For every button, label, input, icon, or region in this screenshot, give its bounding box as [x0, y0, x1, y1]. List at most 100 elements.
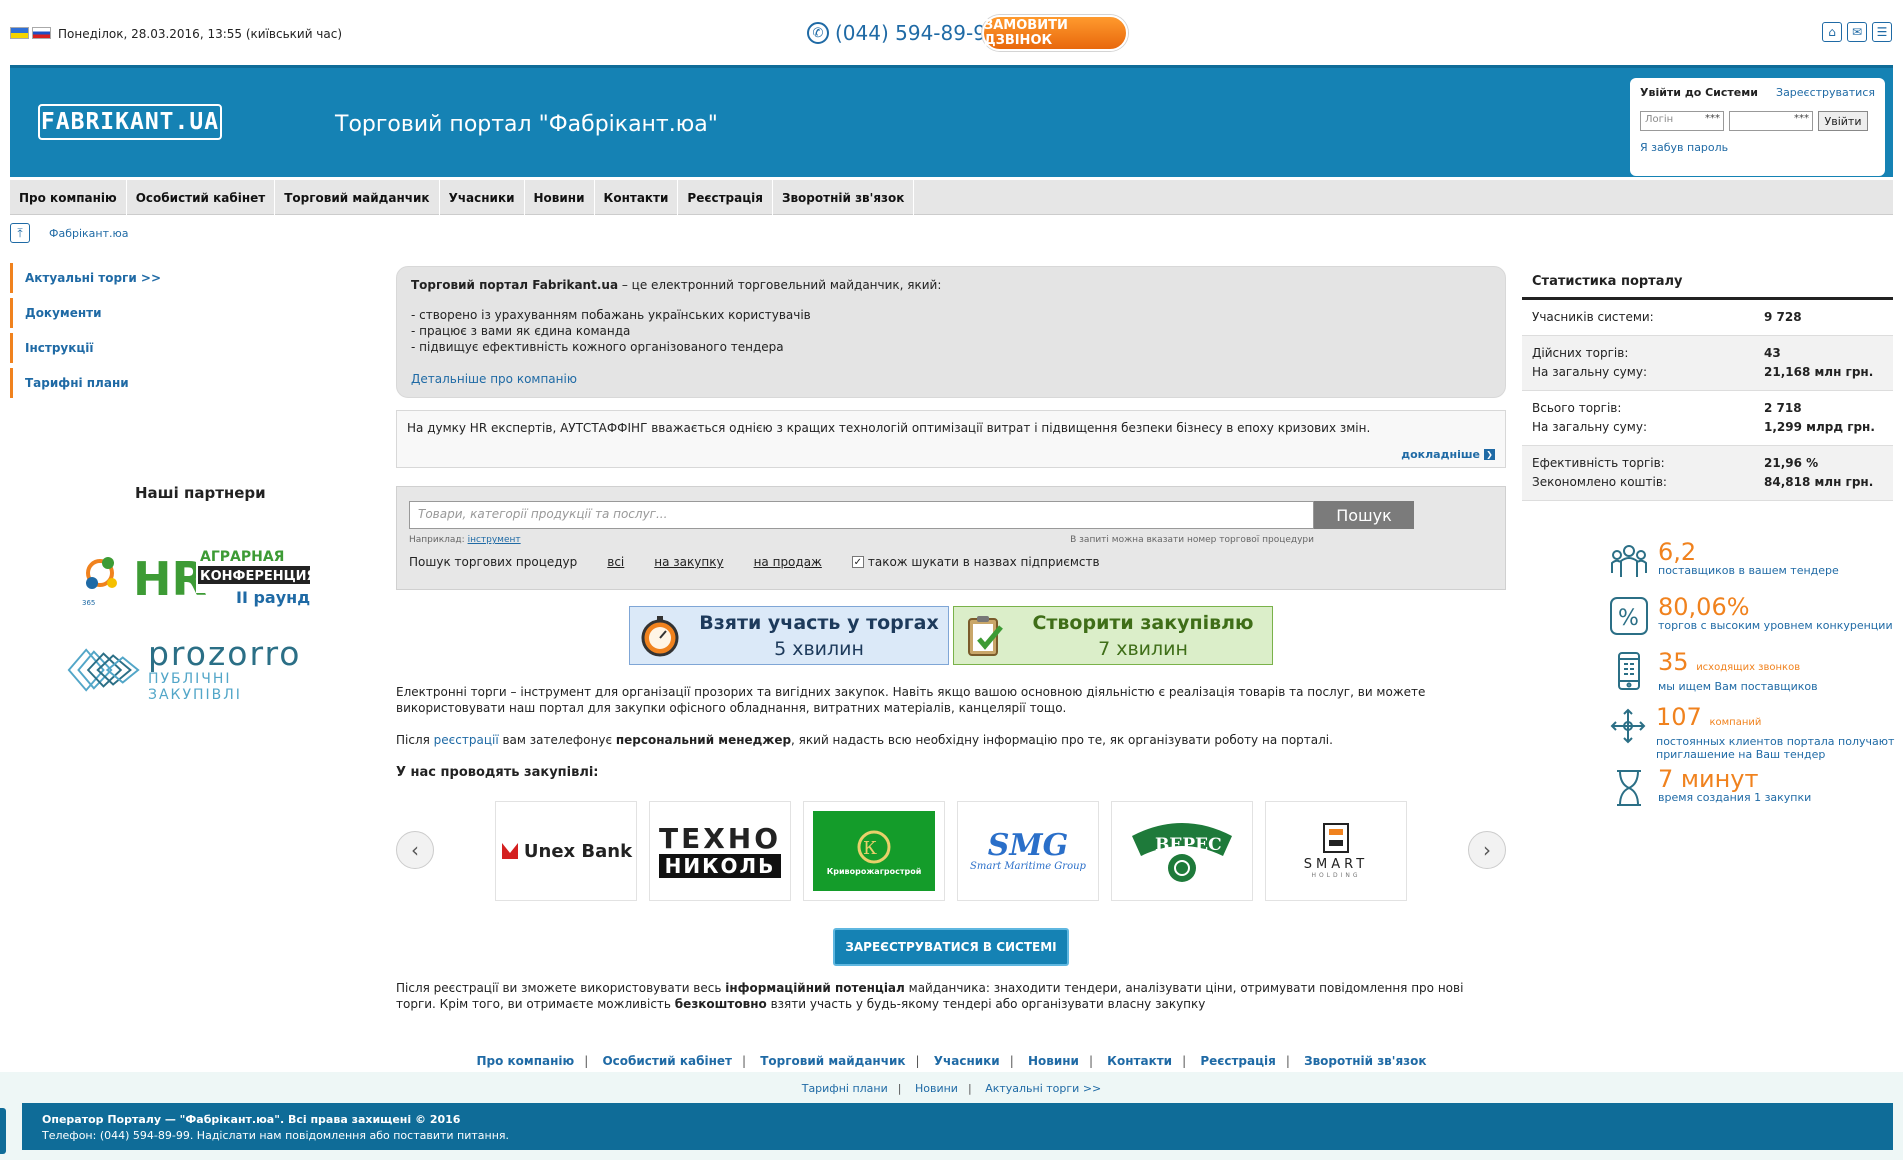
footer-side-tab[interactable] — [0, 1108, 6, 1154]
stats-row-active: Дійсних торгів: На загальну суму: 43 21,16… — [1522, 336, 1893, 391]
about-company-link[interactable]: Детальніше про компанію — [411, 371, 1491, 387]
home-icon[interactable]: ⌂ — [1822, 22, 1842, 42]
mail-icon[interactable]: ✉ — [1847, 22, 1867, 42]
stats-row-participants: Учасників системи: 9 728 — [1522, 300, 1893, 336]
list-item: - підвищує ефективність кожного організо… — [411, 340, 784, 354]
stats-row-efficiency: Ефективність торгів: Зекономлено коштів: … — [1522, 446, 1893, 501]
client-logo-unex-bank[interactable]: Unex Bank — [495, 801, 637, 901]
search-example-link[interactable]: інструмент — [468, 535, 521, 545]
smg-subtitle: Smart Maritime Group — [970, 860, 1086, 872]
nav-participants[interactable]: Учасники — [440, 180, 525, 215]
search-button[interactable]: Пошук — [1314, 501, 1414, 529]
nav-feedback[interactable]: Зворотній зв'язок — [773, 180, 915, 215]
footer-link-news[interactable]: Новини — [1028, 1054, 1079, 1068]
portal-stats: Статистика порталу Учасників системи: 9 … — [1522, 266, 1893, 501]
left-menu-current-tenders[interactable]: Актуальні торги >> — [10, 263, 180, 293]
footer-link-tariffs[interactable]: Тарифні плани — [802, 1082, 888, 1095]
svg-text:II раунд: II раунд — [236, 588, 310, 607]
client-logo-technonikol[interactable]: ТЕХНО НИКОЛЬ — [649, 801, 791, 901]
info-clients: 107 компаний постоянных клиентов портала … — [1608, 705, 1898, 767]
partner-hr-conference-logo[interactable]: 365 HR АГРАРНАЯ КОНФЕРЕНЦИЯ II раунд — [78, 535, 317, 617]
phone-text: (044) 594-89-99 — [835, 21, 999, 45]
password-field[interactable]: *** — [1729, 111, 1813, 131]
footer-link-current-tenders[interactable]: Актуальні торги >> — [985, 1082, 1101, 1095]
list-item: - працює з вами як єдина команда — [411, 324, 631, 338]
join-tenders-banner[interactable]: Взяти участь у торгах 5 хвилин — [629, 606, 949, 665]
smart-mark-icon — [1323, 823, 1349, 853]
sitemap-icon[interactable]: ☰ — [1872, 22, 1892, 42]
footer-link-registration[interactable]: Реєстрація — [1200, 1054, 1276, 1068]
footer-link-feedback[interactable]: Зворотній зв'язок — [1304, 1054, 1426, 1068]
left-menu-instructions[interactable]: Інструкції — [10, 333, 180, 363]
footer-contact-text: Телефон: (044) 594-89-99. Надіслати нам … — [42, 1129, 510, 1142]
nav-registration[interactable]: Реєстрація — [678, 180, 773, 215]
create-purchase-banner[interactable]: Створити закупівлю 7 хвилин — [953, 606, 1273, 665]
percent-icon: % — [1608, 595, 1650, 637]
unex-name: Unex Bank — [523, 840, 633, 862]
svg-text:365: 365 — [82, 599, 95, 607]
carousel-next-button[interactable]: › — [1468, 831, 1506, 869]
login-placeholder: Логін — [1645, 114, 1674, 125]
client-logo-veres[interactable]: ВЕРЕС — [1111, 801, 1253, 901]
nav-trading[interactable]: Торговий майданчик — [275, 180, 440, 215]
news-text: На думку HR експертів, АУТСТАФФІНГ вважа… — [407, 421, 1371, 435]
login-title: Увійти до Системи — [1640, 86, 1758, 99]
footer-link-about[interactable]: Про компанію — [476, 1054, 574, 1068]
registration-link[interactable]: реєстрації — [434, 733, 499, 747]
client-logo-smg[interactable]: SMG Smart Maritime Group — [957, 801, 1099, 901]
left-menu-documents[interactable]: Документи — [10, 298, 180, 328]
russian-flag-icon[interactable] — [32, 27, 51, 39]
footer-link-news-2[interactable]: Новини — [915, 1082, 958, 1095]
create-purchase-time: 7 хвилин — [1098, 637, 1188, 660]
smg-name: SMG — [987, 827, 1069, 863]
nav-cabinet[interactable]: Особистий кабінет — [127, 180, 276, 215]
svg-text:К: К — [863, 838, 877, 859]
client-logo-kryvbas[interactable]: К Криворожагрострой — [803, 801, 945, 901]
nav-news[interactable]: Новини — [525, 180, 595, 215]
search-example: Наприклад: інструмент — [409, 535, 521, 545]
left-menu: Актуальні торги >> Документи Інструкції … — [10, 263, 180, 403]
current-datetime: Понеділок, 28.03.2016, 13:55 (київський … — [58, 27, 343, 41]
footer-link-contacts[interactable]: Контакти — [1107, 1054, 1172, 1068]
nav-about[interactable]: Про компанію — [10, 180, 127, 215]
smart-name: SMART — [1303, 857, 1369, 872]
scroll-top-icon[interactable]: ⤒ — [10, 223, 30, 243]
password-stars: *** — [1794, 113, 1809, 124]
search-option-all[interactable]: всі — [607, 555, 624, 569]
nav-contacts[interactable]: Контакти — [595, 180, 679, 215]
search-company-names-checkbox[interactable]: ✓ — [851, 556, 864, 568]
login-button[interactable]: Увійти — [1818, 111, 1868, 131]
partner-prozorro-logo[interactable]: prozorro ПУБЛІЧНІ ЗАКУПІВЛІ — [65, 637, 325, 703]
carousel-prev-button[interactable]: ‹ — [396, 831, 434, 869]
ukrainian-flag-icon[interactable] — [10, 27, 29, 39]
footer-link-trading[interactable]: Торговий майданчик — [760, 1054, 905, 1068]
search-hint-right: В запиті можна вказати номер торгової пр… — [1070, 535, 1314, 545]
top-bar: Понеділок, 28.03.2016, 13:55 (київський … — [0, 0, 1903, 62]
client-logo-smart-holding[interactable]: SMART HOLDING — [1265, 801, 1407, 901]
search-input[interactable]: Товари, категорії продукції та послуг... — [409, 501, 1314, 529]
left-menu-tariffs[interactable]: Тарифні плани — [10, 368, 180, 398]
breadcrumb[interactable]: Фабрікант.юа — [49, 227, 129, 240]
join-tenders-time: 5 хвилин — [774, 637, 864, 660]
search-option-sell[interactable]: на продаж — [754, 555, 822, 569]
footer-link-cabinet[interactable]: Особистий кабінет — [602, 1054, 732, 1068]
unex-mark-icon — [501, 843, 518, 859]
svg-text:ВЕРЕС: ВЕРЕС — [1155, 835, 1222, 855]
clipboard-check-icon — [954, 606, 1014, 665]
copyright-text: Оператор Порталу — "Фабрікант.юа". Всі п… — [42, 1113, 461, 1126]
footer-link-participants[interactable]: Учасники — [934, 1054, 1000, 1068]
intro-box: Торговий портал Fabrikant.ua – це електр… — [396, 266, 1506, 398]
main-nav: Про компанію Особистий кабінет Торговий … — [10, 180, 1893, 215]
register-link[interactable]: Зареєструватися — [1776, 86, 1875, 99]
after-registration-paragraph: Після реєстрації ви зможете використовув… — [396, 981, 1464, 1011]
people-icon — [1608, 540, 1650, 582]
search-option-buy[interactable]: на закупку — [654, 555, 723, 569]
forgot-password-link[interactable]: Я забув пароль — [1640, 141, 1875, 154]
list-item: - створено із урахуванням побажань украї… — [411, 308, 811, 322]
login-field[interactable]: Логін *** — [1640, 111, 1724, 131]
order-call-button[interactable]: ЗАМОВИТИ ДЗВІНОК — [982, 15, 1128, 51]
etrading-paragraph: Електронні торги – інструмент для органі… — [396, 685, 1426, 715]
site-logo[interactable]: FABRIKANT.UA — [38, 104, 222, 140]
register-system-button[interactable]: ЗАРЕЄСТРУВАТИСЯ В СИСТЕМІ — [833, 928, 1069, 966]
news-more-link[interactable]: докладніше ❯ — [1401, 448, 1495, 461]
